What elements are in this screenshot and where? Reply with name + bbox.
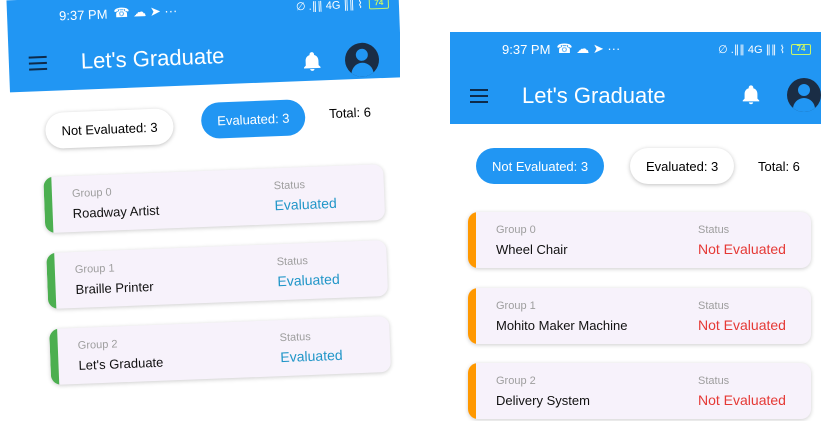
app-bar: 9:37 PM ☎ ☁ ➤ ··· ∅ .∥∥ 4G ∥∥ ⌇ 74 Let's…	[6, 0, 400, 93]
status-value: Not Evaluated	[698, 241, 786, 257]
project-name: Delivery System	[496, 393, 590, 408]
menu-icon[interactable]	[9, 55, 50, 72]
app-title: Let's Graduate	[80, 43, 225, 74]
status-label: Status	[273, 179, 306, 193]
filter-bar: Not Evaluated: 3 Evaluated: 3 Total: 6	[10, 77, 400, 162]
status-label: Status	[698, 224, 730, 236]
title-row: Let's Graduate	[8, 29, 400, 84]
status-left: 9:37 PM ☎ ☁ ➤ ···	[502, 41, 620, 57]
total-count: Total: 6	[758, 159, 800, 174]
evaluated-filter-chip[interactable]: Evaluated: 3	[630, 148, 735, 184]
status-value: Evaluated	[277, 270, 340, 290]
group-label: Group 0	[496, 224, 536, 236]
signal-icons: ∅ .∥∥ 4G ∥∥ ⌇	[718, 43, 785, 56]
group-label: Group 0	[71, 186, 112, 201]
status-left: 9:37 PM ☎ ☁ ➤ ···	[59, 3, 178, 24]
status-stripe	[468, 288, 476, 344]
status-stripe	[43, 176, 54, 234]
left-screen-content: 9:37 PM ☎ ☁ ➤ ··· ∅ .∥∥ 4G ∥∥ ⌇ 74 Let's…	[6, 0, 400, 385]
status-time: 9:37 PM	[58, 6, 108, 23]
battery-icon: 74	[368, 0, 390, 10]
evaluated-filter-chip[interactable]: Evaluated: 3	[200, 99, 307, 140]
bell-icon[interactable]	[740, 84, 762, 106]
status-label: Status	[698, 300, 730, 312]
status-label: Status	[276, 255, 309, 269]
status-value: Evaluated	[280, 346, 343, 366]
status-value: Not Evaluated	[698, 317, 786, 333]
avatar[interactable]	[787, 78, 821, 112]
project-card[interactable]: Group 1 Mohito Maker Machine Status Not …	[468, 288, 811, 344]
project-name: Mohito Maker Machine	[496, 318, 628, 333]
project-card[interactable]: Group 0 Wheel Chair Status Not Evaluated	[468, 212, 811, 268]
avatar[interactable]	[344, 42, 380, 78]
project-card[interactable]: Group 2 Delivery System Status Not Evalu…	[468, 363, 811, 419]
status-bar: 9:37 PM ☎ ☁ ➤ ··· ∅ .∥∥ 4G ∥∥ ⌇ 74	[59, 0, 390, 24]
status-time: 9:37 PM	[502, 41, 551, 57]
group-label: Group 1	[74, 262, 115, 276]
project-name: Let's Graduate	[78, 354, 164, 373]
project-card[interactable]: Group 1 Braille Printer Status Evaluated	[46, 240, 389, 310]
notification-icons: ☎ ☁ ➤ ···	[113, 2, 178, 21]
status-value: Evaluated	[274, 194, 338, 214]
status-label: Status	[698, 375, 730, 387]
right-phone-screen: 9:37 PM ☎ ☁ ➤ ··· ∅ .∥∥ 4G ∥∥ ⌇ 74 Let's…	[450, 0, 821, 421]
not-evaluated-filter-chip[interactable]: Not Evaluated: 3	[44, 108, 175, 149]
title-row: Let's Graduate	[450, 76, 821, 116]
project-name: Braille Printer	[75, 278, 154, 297]
project-name: Roadway Artist	[72, 202, 160, 222]
status-label: Status	[279, 330, 312, 345]
status-stripe	[49, 328, 60, 385]
menu-icon[interactable]	[450, 89, 490, 103]
status-bar: 9:37 PM ☎ ☁ ➤ ··· ∅ .∥∥ 4G ∥∥ ⌇ 74	[502, 40, 811, 58]
project-name: Wheel Chair	[496, 242, 568, 257]
status-stripe	[468, 212, 476, 268]
battery-icon: 74	[791, 43, 811, 55]
left-phone-screen: 9:37 PM ☎ ☁ ➤ ··· ∅ .∥∥ 4G ∥∥ ⌇ 74 Let's…	[0, 0, 400, 421]
project-card[interactable]: Group 0 Roadway Artist Status Evaluated	[43, 164, 386, 234]
app-title: Let's Graduate	[522, 83, 666, 108]
group-label: Group 2	[77, 338, 118, 352]
filter-bar: Not Evaluated: 3 Evaluated: 3 Total: 6	[450, 124, 821, 212]
app-bar: 9:37 PM ☎ ☁ ➤ ··· ∅ .∥∥ 4G ∥∥ ⌇ 74 Let's…	[450, 32, 821, 124]
status-stripe	[468, 363, 476, 419]
notification-icons: ☎ ☁ ➤ ···	[556, 41, 621, 56]
group-label: Group 2	[496, 375, 536, 387]
status-right: ∅ .∥∥ 4G ∥∥ ⌇ 74	[718, 43, 811, 56]
signal-icons: ∅ .∥∥ 4G ∥∥ ⌇	[295, 0, 364, 13]
status-value: Not Evaluated	[698, 392, 786, 408]
right-screen-content: 9:37 PM ☎ ☁ ➤ ··· ∅ .∥∥ 4G ∥∥ ⌇ 74 Let's…	[450, 32, 821, 419]
group-label: Group 1	[496, 300, 536, 312]
status-right: ∅ .∥∥ 4G ∥∥ ⌇ 74	[295, 0, 390, 13]
not-evaluated-filter-chip[interactable]: Not Evaluated: 3	[476, 148, 605, 184]
bell-icon[interactable]	[301, 50, 324, 73]
status-stripe	[46, 252, 57, 310]
total-count: Total: 6	[328, 104, 372, 122]
project-card[interactable]: Group 2 Let's Graduate Status Evaluated	[49, 315, 392, 385]
